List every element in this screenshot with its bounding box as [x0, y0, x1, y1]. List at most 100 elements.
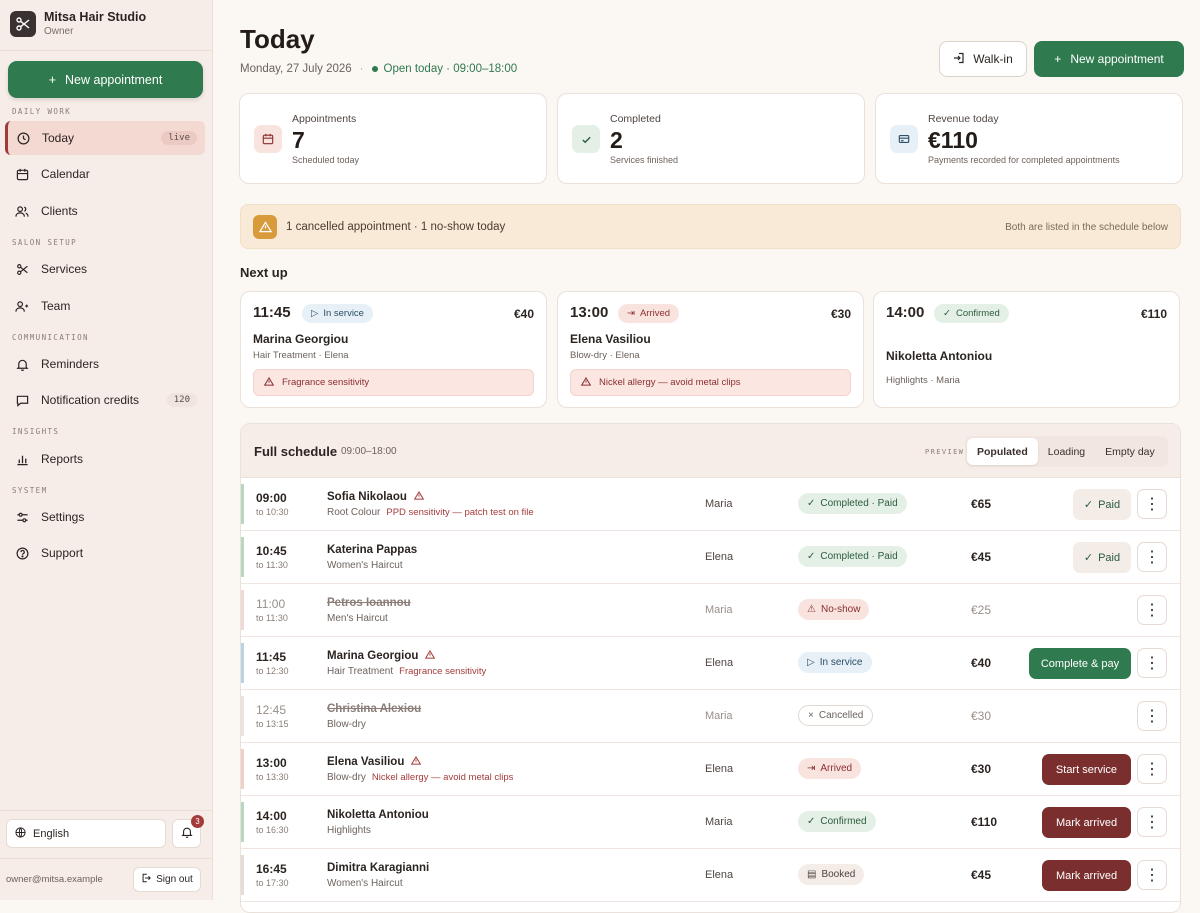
sidebar-item-clients[interactable]: Clients	[5, 194, 205, 228]
table-row[interactable]: 10:45 to 11:30 Katerina Pappas Women's H…	[241, 531, 1180, 584]
tab-empty-day[interactable]: Empty day	[1095, 438, 1165, 465]
section-salon-setup: SALON SETUP	[12, 238, 78, 247]
table-row[interactable]: 11:00 to 11:30 Petros Ioannou Men's Hair…	[241, 584, 1180, 637]
start-service-button[interactable]: Start service	[1042, 754, 1131, 785]
warning-icon	[413, 490, 425, 503]
sidebar-item-support[interactable]: Support	[5, 536, 205, 570]
row-indicator	[241, 537, 244, 577]
sign-out-label: Sign out	[156, 874, 193, 885]
card-time: 11:45	[253, 304, 291, 321]
more-menu-button[interactable]: ⋮	[1137, 648, 1167, 678]
card-price: €30	[830, 307, 851, 321]
section-system: SYSTEM	[12, 486, 48, 495]
plus-icon: +	[48, 72, 57, 87]
complete-and-pay-button[interactable]: Complete & pay	[1029, 648, 1131, 679]
more-menu-button[interactable]: ⋮	[1137, 542, 1167, 572]
more-menu-button[interactable]: ⋮	[1137, 860, 1167, 890]
status-badge: ⇥ Arrived	[618, 304, 680, 323]
brand[interactable]: Mitsa Hair Studio Owner	[10, 10, 146, 37]
table-row[interactable]: 16:45 to 17:30 Dimitra Karagianni Women'…	[241, 849, 1180, 902]
sidebar-item-label: Settings	[41, 510, 85, 524]
preview-toggle: Populated Loading Empty day	[965, 436, 1168, 467]
scissors-icon	[15, 262, 29, 276]
stat-appointments: Appointments 7 Scheduled today	[239, 93, 547, 184]
sidebar-item-label: Calendar	[41, 167, 90, 181]
status-label: Confirmed	[955, 308, 1000, 319]
more-menu-button[interactable]: ⋮	[1137, 754, 1167, 784]
section-daily-work: DAILY WORK	[12, 107, 72, 116]
row-indicator	[241, 749, 244, 789]
allergy-text: Nickel allergy — avoid metal clips	[599, 377, 741, 388]
row-indicator	[241, 590, 244, 630]
walk-in-button[interactable]: Walk-in	[939, 41, 1027, 77]
more-menu-button[interactable]: ⋮	[1137, 701, 1167, 731]
allergy-note: Nickel allergy — avoid metal clips	[371, 772, 514, 783]
status-badge: ⚠ No-show	[798, 599, 870, 620]
next-up-card[interactable]: 14:00 ✓ Confirmed €110 Nikoletta Antoniou…	[873, 291, 1180, 408]
paid-button[interactable]: ✓ Paid	[1073, 489, 1131, 520]
status-label: Booked	[821, 869, 856, 880]
check-icon: ✓	[807, 498, 816, 509]
sidebar-item-reminders[interactable]: Reminders	[5, 347, 205, 381]
row-staff: Maria	[705, 816, 733, 828]
more-vertical-icon: ⋮	[1144, 814, 1160, 831]
calendar-icon	[254, 125, 282, 153]
more-vertical-icon: ⋮	[1144, 867, 1160, 884]
next-up-heading: Next up	[240, 265, 288, 280]
paid-button[interactable]: ✓ Paid	[1073, 542, 1131, 573]
more-menu-button[interactable]: ⋮	[1137, 489, 1167, 519]
more-menu-button[interactable]: ⋮	[1137, 807, 1167, 837]
allergy-alert: Fragrance sensitivity	[253, 369, 534, 396]
stat-label: Completed	[610, 113, 661, 125]
sidebar-item-team[interactable]: Team	[5, 289, 205, 323]
row-service: Hair Treatment Fragrance sensitivity	[327, 666, 486, 677]
user-team-icon	[15, 299, 29, 313]
sidebar-new-appointment-button[interactable]: + New appointment	[8, 61, 203, 98]
section-communication: COMMUNICATION	[12, 333, 89, 342]
next-up-card[interactable]: 13:00 ⇥ Arrived €30 Elena Vasiliou Blow-d…	[557, 291, 864, 408]
table-row[interactable]: 13:00 to 13:30 Elena Vasiliou Blow-dry Ni…	[241, 743, 1180, 796]
row-price: €40	[971, 656, 992, 670]
schedule-title: Full schedule	[254, 444, 338, 459]
language-select[interactable]: English	[6, 819, 166, 848]
mark-arrived-button[interactable]: Mark arrived	[1042, 807, 1131, 838]
notification-count-badge: 3	[191, 815, 204, 828]
tab-populated[interactable]: Populated	[967, 438, 1038, 465]
status-label: Arrived	[820, 763, 853, 774]
check-icon: ✓	[807, 551, 816, 562]
more-menu-button[interactable]: ⋮	[1137, 595, 1167, 625]
sidebar-item-reports[interactable]: Reports	[5, 442, 205, 476]
row-service: Women's Haircut	[327, 878, 403, 889]
sidebar-item-settings[interactable]: Settings	[5, 500, 205, 534]
tab-loading[interactable]: Loading	[1038, 438, 1095, 465]
card-client: Elena Vasiliou	[570, 332, 651, 346]
sidebar-item-services[interactable]: Services	[5, 252, 205, 286]
new-appointment-button[interactable]: + New appointment	[1034, 41, 1184, 77]
table-row[interactable]: 12:45 to 13:15 Christina Alexiou Blow-dr…	[241, 690, 1180, 743]
row-time: 16:45	[256, 862, 287, 876]
new-appointment-label: New appointment	[65, 72, 163, 87]
help-icon	[15, 546, 29, 560]
table-row[interactable]: 14:00 to 16:30 Nikoletta Antoniou Highli…	[241, 796, 1180, 849]
sidebar: Mitsa Hair Studio Owner + New appointmen…	[0, 0, 213, 900]
status-badge: ✓ Confirmed	[798, 811, 876, 832]
client-name: Christina Alexiou	[327, 703, 422, 715]
mark-arrived-button[interactable]: Mark arrived	[1042, 860, 1131, 891]
sidebar-item-today[interactable]: Today live	[5, 121, 205, 155]
sidebar-item-notification-credits[interactable]: Notification credits 120	[5, 383, 205, 417]
allergy-note: PPD sensitivity — patch test on file	[386, 507, 534, 518]
table-row[interactable]: 11:45 to 12:30 Marina Georgiou Hair Trea…	[241, 637, 1180, 690]
sign-out-button[interactable]: Sign out	[133, 867, 201, 892]
row-time: 13:00	[256, 756, 287, 770]
sidebar-item-label: Support	[41, 546, 84, 560]
sidebar-item-calendar[interactable]: Calendar	[5, 157, 205, 191]
notifications-button[interactable]: 3	[172, 815, 204, 848]
stat-sub: Scheduled today	[292, 155, 360, 165]
next-up-card[interactable]: 11:45 ▷ In service €40 Marina Georgiou Ha…	[240, 291, 547, 408]
sidebar-item-label: Reminders	[41, 357, 100, 371]
page-title: Today	[240, 24, 315, 54]
table-row[interactable]: 09:00 to 10:30 Sofia Nikolaou Root Colou…	[241, 478, 1180, 531]
row-client: Elena Vasiliou	[327, 755, 422, 768]
action-label: Paid	[1098, 551, 1121, 564]
card-service: Blow-dry · Elena	[570, 350, 640, 361]
